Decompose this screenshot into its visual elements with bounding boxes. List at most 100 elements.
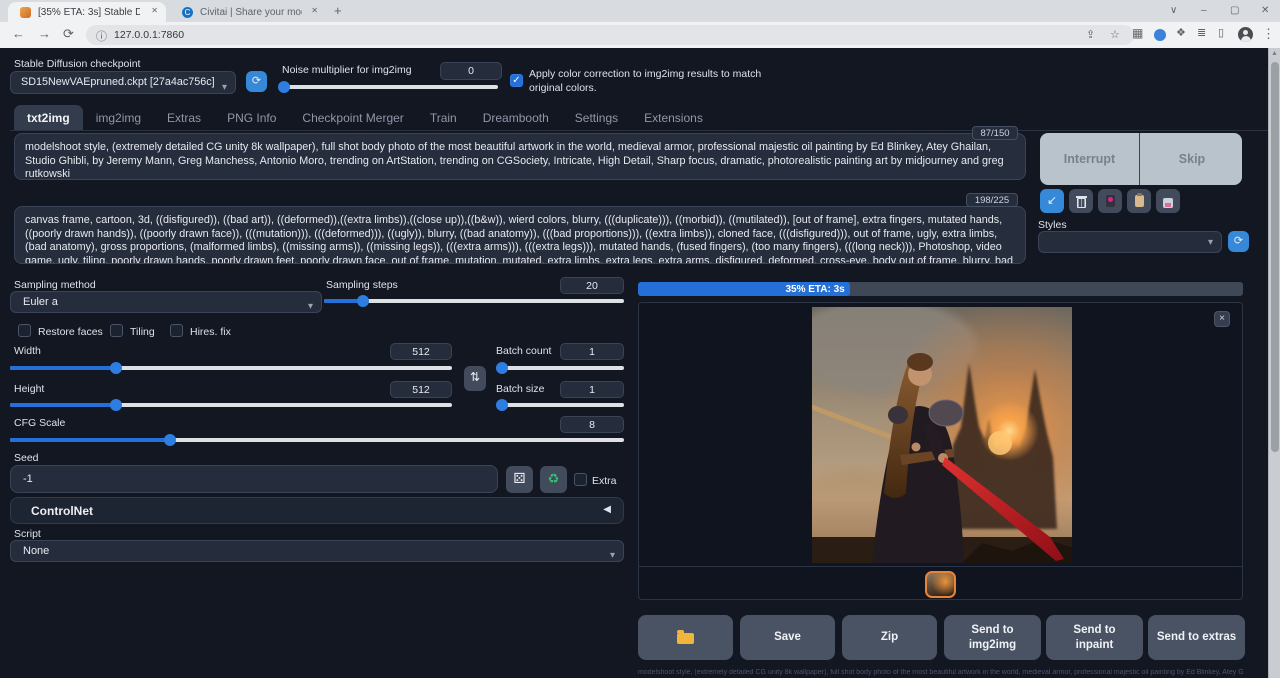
kebab-menu-icon[interactable]: ⋮ bbox=[1262, 26, 1275, 42]
extra-networks-button[interactable] bbox=[1098, 189, 1122, 213]
batch-count-value[interactable]: 1 bbox=[560, 343, 624, 360]
apply-styles-button[interactable] bbox=[1127, 189, 1151, 213]
tab-close-icon[interactable]: ✕ bbox=[151, 6, 158, 15]
height-label: Height bbox=[14, 383, 44, 395]
address-bar[interactable]: ⓘ 127.0.0.1:7860 ⇪ ☆ bbox=[86, 25, 1134, 45]
negative-prompt-input[interactable] bbox=[14, 206, 1026, 264]
interrupt-button[interactable]: Interrupt bbox=[1040, 133, 1140, 185]
sampling-steps-label: Sampling steps bbox=[326, 279, 398, 291]
styles-refresh-button[interactable]: ⟳ bbox=[1228, 231, 1249, 252]
browser-tab-active[interactable]: [35% ETA: 3s] Stable Diffusion ✕ bbox=[8, 2, 166, 22]
checkpoint-refresh-button[interactable]: ⟳ bbox=[246, 71, 267, 92]
window-minimize-icon[interactable]: – bbox=[1201, 5, 1207, 16]
generation-preview-image[interactable] bbox=[812, 307, 1072, 563]
tab-img2img[interactable]: img2img bbox=[83, 105, 154, 131]
tab-title: Civitai | Share your models bbox=[200, 7, 302, 18]
width-value[interactable]: 512 bbox=[390, 343, 452, 360]
controlnet-accordion[interactable]: ControlNet ◀ bbox=[10, 497, 624, 524]
noise-multiplier-slider[interactable] bbox=[280, 80, 498, 94]
noise-multiplier-value[interactable]: 0 bbox=[440, 62, 502, 80]
send-to-img2img-button[interactable]: Send to img2img bbox=[944, 615, 1041, 660]
refresh-icon: ⟳ bbox=[252, 75, 261, 87]
reuse-seed-button[interactable]: ♻ bbox=[540, 466, 567, 493]
tab-png-info[interactable]: PNG Info bbox=[214, 105, 289, 131]
reload-icon[interactable]: ⟳ bbox=[63, 26, 74, 42]
window-maximize-icon[interactable]: ▢ bbox=[1230, 5, 1239, 16]
share-icon[interactable]: ⇪ bbox=[1086, 28, 1095, 41]
batch-count-slider[interactable] bbox=[496, 361, 624, 375]
extra-seed-checkbox[interactable] bbox=[574, 473, 587, 486]
skip-button[interactable]: Skip bbox=[1142, 133, 1242, 185]
tab-dreambooth[interactable]: Dreambooth bbox=[470, 105, 562, 131]
negative-token-counter: 198/225 bbox=[966, 193, 1018, 207]
open-output-folder-button[interactable] bbox=[638, 615, 733, 660]
tiling-checkbox[interactable] bbox=[110, 324, 123, 337]
styles-select[interactable]: ▾ bbox=[1038, 231, 1222, 253]
prompt-token-counter: 87/150 bbox=[972, 126, 1018, 140]
swap-dimensions-button[interactable]: ⇅ bbox=[464, 366, 486, 391]
tab-title: [35% ETA: 3s] Stable Diffusion bbox=[38, 7, 140, 18]
restore-faces-checkbox[interactable] bbox=[18, 324, 31, 337]
random-seed-button[interactable]: ⚄ bbox=[506, 466, 533, 493]
save-style-button[interactable] bbox=[1156, 189, 1180, 213]
trash-icon bbox=[1077, 198, 1086, 208]
hires-fix-checkbox[interactable] bbox=[170, 324, 183, 337]
main-tab-bar: txt2img img2img Extras PNG Info Checkpoi… bbox=[14, 105, 716, 131]
tiling-label: Tiling bbox=[130, 326, 155, 338]
script-select[interactable]: None ▾ bbox=[10, 540, 624, 562]
folder-icon bbox=[677, 633, 694, 644]
tab-extensions[interactable]: Extensions bbox=[631, 105, 716, 131]
seed-input[interactable]: -1 bbox=[10, 465, 498, 493]
paste-generation-params-button[interactable]: ↙ bbox=[1040, 189, 1064, 213]
tab-extras[interactable]: Extras bbox=[154, 105, 214, 131]
tab-checkpoint-merger[interactable]: Checkpoint Merger bbox=[289, 105, 416, 131]
tab-close-icon[interactable]: ✕ bbox=[311, 6, 318, 15]
thumbnail-strip-divider bbox=[639, 566, 1242, 567]
send-to-inpaint-button[interactable]: Send to inpaint bbox=[1046, 615, 1143, 660]
reading-list-icon[interactable]: ≣ bbox=[1197, 26, 1206, 39]
cfg-scale-slider[interactable] bbox=[10, 433, 624, 447]
prompt-input[interactable] bbox=[14, 133, 1026, 180]
batch-size-slider[interactable] bbox=[496, 398, 624, 412]
extension-blue-icon[interactable] bbox=[1154, 29, 1166, 41]
zip-button[interactable]: Zip bbox=[842, 615, 937, 660]
extensions-puzzle-icon[interactable]: ❖ bbox=[1176, 26, 1186, 39]
batch-size-value[interactable]: 1 bbox=[560, 381, 624, 398]
checkpoint-select[interactable]: SD15NewVAEpruned.ckpt [27a4ac756c] ▾ bbox=[10, 71, 236, 94]
width-slider[interactable] bbox=[10, 361, 452, 375]
profile-avatar[interactable] bbox=[1238, 27, 1253, 42]
tab-train[interactable]: Train bbox=[417, 105, 470, 131]
gallery-thumbnail[interactable] bbox=[925, 571, 956, 598]
browser-tab-civitai[interactable]: C Civitai | Share your models ✕ bbox=[170, 2, 326, 22]
window-close-icon[interactable]: ✕ bbox=[1261, 5, 1269, 16]
height-value[interactable]: 512 bbox=[390, 381, 452, 398]
gallery-close-button[interactable]: × bbox=[1214, 311, 1230, 327]
page-scrollbar[interactable]: ▲ bbox=[1268, 48, 1280, 678]
bookmark-star-icon[interactable]: ☆ bbox=[1110, 28, 1120, 41]
back-icon[interactable]: ← bbox=[12, 26, 25, 41]
side-panel-icon[interactable]: ▯ bbox=[1218, 26, 1224, 39]
forward-icon[interactable]: → bbox=[38, 26, 51, 41]
new-tab-button[interactable]: + bbox=[334, 3, 342, 18]
extension-grid-icon[interactable]: ▦ bbox=[1132, 26, 1143, 40]
sampling-method-select[interactable]: Euler a ▾ bbox=[10, 291, 322, 313]
scrollbar-up-arrow-icon[interactable]: ▲ bbox=[1271, 50, 1278, 57]
scrollbar-thumb[interactable] bbox=[1271, 62, 1279, 452]
send-to-extras-button[interactable]: Send to extras bbox=[1148, 615, 1245, 660]
color-correction-label: Apply color correction to img2img result… bbox=[529, 68, 761, 80]
cfg-scale-value[interactable]: 8 bbox=[560, 416, 624, 433]
accordion-collapse-icon: ◀ bbox=[603, 504, 611, 515]
site-info-icon[interactable]: ⓘ bbox=[96, 28, 107, 44]
tab-search-chevron-icon[interactable]: ∨ bbox=[1170, 5, 1177, 16]
restore-faces-label: Restore faces bbox=[38, 326, 103, 338]
clear-prompt-button[interactable] bbox=[1069, 189, 1093, 213]
tab-txt2img[interactable]: txt2img bbox=[14, 105, 83, 131]
close-icon: × bbox=[1219, 313, 1225, 324]
tab-settings[interactable]: Settings bbox=[562, 105, 631, 131]
sampling-steps-value[interactable]: 20 bbox=[560, 277, 624, 294]
save-button[interactable]: Save bbox=[740, 615, 835, 660]
color-correction-checkbox[interactable]: ✓ bbox=[510, 74, 523, 87]
swap-icon: ⇅ bbox=[470, 370, 480, 384]
sampling-steps-slider[interactable] bbox=[324, 294, 624, 308]
height-slider[interactable] bbox=[10, 398, 452, 412]
